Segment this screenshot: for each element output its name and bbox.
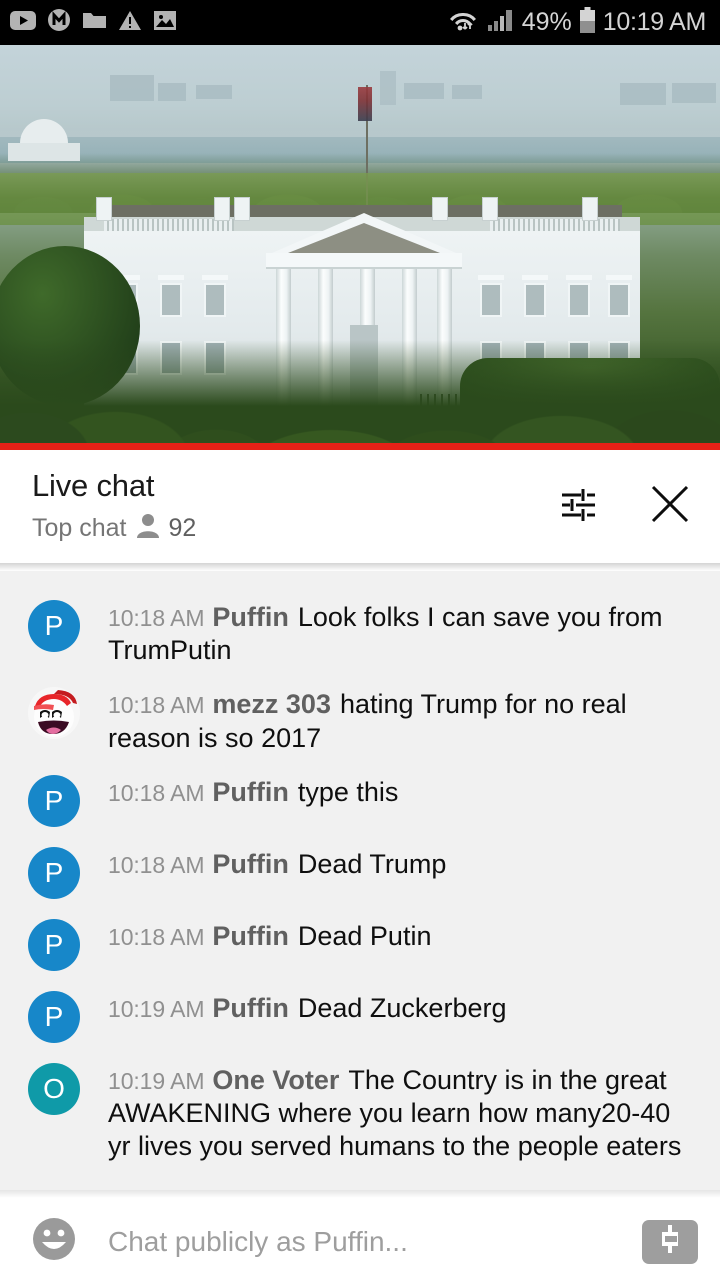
avatar[interactable]: O	[28, 1062, 80, 1115]
chat-header-titles: Live chat Top chat 92	[32, 469, 550, 543]
avatar[interactable]: P	[28, 918, 80, 971]
chat-message-body: 10:18 AM Puffin Look folks I can save you …	[108, 598, 696, 667]
message-author[interactable]: Puffin	[212, 993, 288, 1023]
tune-icon	[556, 482, 600, 531]
chat-input[interactable]	[108, 1225, 642, 1258]
person-icon	[136, 513, 160, 544]
image-icon	[153, 10, 177, 36]
page-title: Live chat	[32, 468, 155, 504]
message-author[interactable]: Puffin	[212, 849, 288, 879]
live-chat-header: Live chat Top chat 92	[0, 450, 720, 563]
message-timestamp: 10:18 AM	[108, 605, 205, 631]
message-timestamp: 10:18 AM	[108, 779, 205, 806]
close-icon	[647, 481, 693, 532]
messenger-icon	[47, 8, 71, 37]
avatar[interactable]: P	[28, 774, 80, 827]
avatar[interactable]: P	[28, 990, 80, 1043]
message-timestamp: 10:18 AM	[108, 692, 205, 719]
foreground-treeline	[0, 340, 720, 450]
message-timestamp: 10:18 AM	[108, 851, 205, 878]
message-text: Dead Putin	[297, 920, 432, 951]
battery-icon	[579, 6, 596, 39]
status-bar: 49% 10:19 AM	[0, 0, 720, 45]
avatar-letter: P	[44, 610, 64, 641]
message-author[interactable]: Puffin	[212, 777, 288, 807]
message-text: Dead Trump	[297, 848, 447, 879]
chat-message[interactable]: P 10:19 AM Puffin Dead Zuckerberg	[0, 980, 720, 1052]
chat-message[interactable]: 10:18 AM mezz 303 hating Trump for no real…	[0, 676, 720, 763]
warning-icon	[118, 10, 142, 36]
avatar-letter: P	[44, 784, 64, 816]
flag	[358, 87, 372, 121]
viewer-count: 92	[168, 513, 197, 542]
video-player[interactable]	[0, 45, 720, 450]
chat-message-body: 10:19 AM One Voter The Country is in the g…	[108, 1061, 696, 1164]
message-author[interactable]: Puffin	[212, 602, 288, 632]
chat-message-body: 10:18 AM Puffin Dead Putin	[108, 917, 431, 953]
message-author[interactable]: One Voter	[212, 1065, 339, 1095]
avatar[interactable]: P	[28, 600, 80, 652]
chat-message-body: 10:18 AM Puffin Dead Trump	[108, 845, 446, 881]
chat-message-body: 10:18 AM mezz 303 hating Trump for no real…	[108, 685, 696, 754]
message-author[interactable]: mezz 303	[212, 689, 331, 719]
avatar-letter: P	[44, 856, 64, 888]
chat-message[interactable]: P 10:18 AM Puffin Dead Putin	[0, 908, 720, 980]
jefferson-memorial	[8, 119, 80, 161]
chat-message[interactable]: P 10:18 AM Puffin Look folks I can save yo…	[0, 589, 720, 676]
avatar[interactable]	[28, 687, 80, 740]
chat-message-body: 10:18 AM Puffin type this	[108, 773, 398, 809]
chat-header-actions	[550, 479, 698, 535]
message-timestamp: 10:18 AM	[108, 923, 205, 950]
status-bar-notification-icons	[10, 8, 177, 37]
video-progress-bar[interactable]	[0, 443, 720, 450]
super-chat-button[interactable]	[642, 1219, 698, 1264]
dollar-icon	[655, 1223, 685, 1260]
chat-settings-button[interactable]	[550, 479, 606, 535]
emoji-icon	[29, 1214, 79, 1269]
clock-label: 10:19 AM	[602, 8, 707, 36]
message-author[interactable]: Puffin	[212, 921, 288, 951]
avatar-letter: O	[43, 1072, 65, 1104]
avatar-letter: P	[44, 1000, 64, 1032]
youtube-icon	[10, 10, 36, 35]
chat-mode-label[interactable]: Top chat	[32, 514, 127, 543]
status-bar-system-icons: 49% 10:19 AM	[446, 6, 707, 39]
avatar-letter: P	[44, 928, 64, 960]
wifi-icon	[446, 7, 480, 38]
live-chat-message-list[interactable]: P 10:18 AM Puffin Look folks I can save yo…	[0, 571, 720, 1190]
header-divider	[0, 563, 720, 571]
chat-message[interactable]: O 10:19 AM One Voter The Country is in the…	[0, 1052, 720, 1173]
message-text: Dead Zuckerberg	[297, 992, 507, 1023]
folder-icon	[82, 10, 107, 35]
awesome-face-avatar-icon	[28, 687, 80, 740]
chat-subheader[interactable]: Top chat 92	[32, 513, 550, 544]
emoji-picker-button[interactable]	[26, 1214, 82, 1270]
battery-percent-label: 49%	[521, 8, 572, 36]
message-text: type this	[297, 776, 399, 807]
chat-message-body: 10:19 AM Puffin Dead Zuckerberg	[108, 989, 506, 1025]
chat-message[interactable]: P 10:18 AM Puffin type this	[0, 764, 720, 836]
close-chat-button[interactable]	[642, 479, 698, 535]
chat-message[interactable]: P 10:18 AM Puffin Dead Trump	[0, 836, 720, 908]
cellular-signal-icon	[487, 8, 515, 37]
message-timestamp: 10:19 AM	[108, 995, 205, 1022]
input-bar-divider	[0, 1190, 720, 1198]
chat-input-bar	[0, 1198, 720, 1285]
message-timestamp: 10:19 AM	[108, 1067, 205, 1094]
avatar[interactable]: P	[28, 846, 80, 899]
